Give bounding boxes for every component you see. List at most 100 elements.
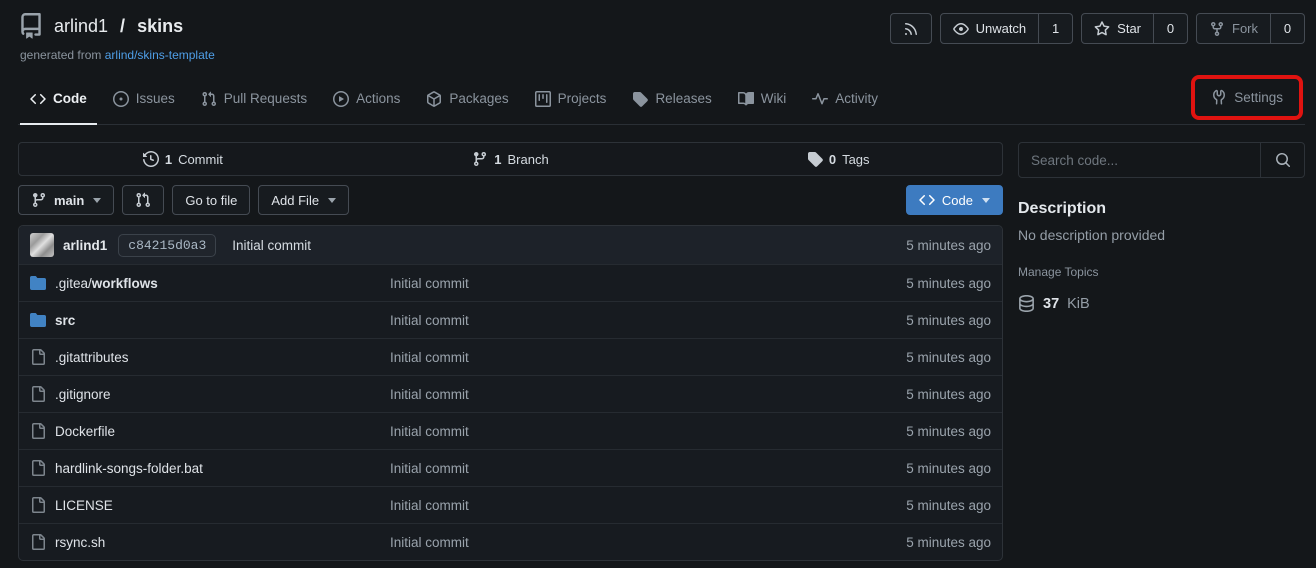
file-icon [30,349,46,365]
table-row[interactable]: .gitattributes Initial commit 5 minutes … [19,338,1002,375]
tab-label: Actions [356,91,400,106]
project-board-icon [535,91,551,107]
history-icon [143,151,159,167]
file-name-link[interactable]: .gitea/workflows [55,276,158,291]
package-icon [426,91,442,107]
forks-count-button[interactable]: 0 [1271,13,1305,44]
star-icon [1094,21,1110,37]
code-download-button[interactable]: Code [906,185,1003,215]
commit-message-link[interactable]: Initial commit [232,238,311,253]
branches-stat[interactable]: 1 Branch [347,143,675,175]
code-button-label: Code [942,193,973,208]
tab-issues[interactable]: Issues [103,78,185,125]
repo-size-unit: KiB [1067,296,1090,312]
tab-wiki[interactable]: Wiki [728,78,797,125]
tab-code[interactable]: Code [20,78,97,125]
file-commit-message[interactable]: Initial commit [390,498,906,513]
tab-releases[interactable]: Releases [622,78,721,125]
file-name[interactable]: LICENSE [55,498,113,513]
git-branch-icon [472,151,488,167]
file-name-link[interactable]: .gitignore [55,387,111,402]
table-row[interactable]: Dockerfile Initial commit 5 minutes ago [19,412,1002,449]
file-name[interactable]: .gitattributes [55,350,129,365]
header-actions: Unwatch 1 Star 0 Fork [890,13,1305,44]
fork-button[interactable]: Fork [1196,13,1271,44]
repo-sidebar: Description No description provided Mana… [1018,142,1305,561]
file-commit-time: 5 minutes ago [906,276,991,291]
file-name[interactable]: .gitignore [55,387,111,402]
repo-owner: arlind1 [54,16,108,36]
file-commit-message[interactable]: Initial commit [390,350,906,365]
file-commit-message[interactable]: Initial commit [390,276,906,291]
file-icon [30,460,46,476]
compare-button[interactable] [122,185,164,215]
file-commit-message[interactable]: Initial commit [390,535,906,550]
file-name[interactable]: rsync.sh [55,535,105,550]
branch-selector[interactable]: main [18,185,114,215]
commit-author-link[interactable]: arlind1 [63,238,107,253]
search-icon [1275,152,1291,168]
table-row[interactable]: .gitignore Initial commit 5 minutes ago [19,375,1002,412]
watch-group: Unwatch 1 [940,13,1074,44]
manage-topics-link[interactable]: Manage Topics [1018,265,1099,279]
file-commit-message[interactable]: Initial commit [390,424,906,439]
star-group: Star 0 [1081,13,1188,44]
tools-icon [1211,89,1227,105]
repo-size: 37 KiB [1018,295,1305,312]
tab-settings[interactable]: Settings [1201,79,1293,116]
go-to-file-label: Go to file [185,193,237,208]
file-name-link[interactable]: src [55,313,75,328]
tags-stat[interactable]: 0 Tags [674,143,1002,175]
fork-group: Fork 0 [1196,13,1305,44]
file-name-link[interactable]: LICENSE [55,498,113,513]
file-name-link[interactable]: hardlink-songs-folder.bat [55,461,203,476]
description-title: Description [1018,200,1305,218]
commit-label: Commit [178,152,223,167]
commits-stat[interactable]: 1 Commit [19,143,347,175]
branch-label: Branch [508,152,549,167]
tab-label: Code [53,91,87,106]
unwatch-button[interactable]: Unwatch [940,13,1040,44]
book-icon [738,91,754,107]
file-name-link[interactable]: Dockerfile [55,424,115,439]
table-row[interactable]: src Initial commit 5 minutes ago [19,301,1002,338]
pulse-icon [812,91,828,107]
search-button[interactable] [1260,143,1304,177]
table-row[interactable]: hardlink-songs-folder.bat Initial commit… [19,449,1002,486]
rss-button[interactable] [890,13,932,44]
table-row[interactable]: LICENSE Initial commit 5 minutes ago [19,486,1002,523]
file-name-link[interactable]: rsync.sh [55,535,105,550]
template-repo-link[interactable]: arlind/skins-template [105,48,215,62]
file-table: arlind1 c84215d0a3 Initial commit 5 minu… [18,225,1003,561]
table-row[interactable]: .gitea/workflows Initial commit 5 minute… [19,264,1002,301]
tab-packages[interactable]: Packages [416,78,518,125]
tab-pull-requests[interactable]: Pull Requests [191,78,317,125]
file-commit-message[interactable]: Initial commit [390,313,906,328]
tab-actions[interactable]: Actions [323,78,410,125]
file-name-link[interactable]: .gitattributes [55,350,129,365]
commit-hash-badge[interactable]: c84215d0a3 [118,234,216,257]
file-path-prefix[interactable]: .gitea/ [55,276,92,291]
tab-activity[interactable]: Activity [802,78,888,125]
file-name[interactable]: Dockerfile [55,424,115,439]
go-to-file-button[interactable]: Go to file [172,185,250,215]
generated-from-text: generated from [20,48,101,62]
star-button[interactable]: Star [1081,13,1154,44]
file-commit-message[interactable]: Initial commit [390,387,906,402]
repo-main-column: 1 Commit 1 Branch 0 Tags [18,142,1003,561]
file-name[interactable]: hardlink-songs-folder.bat [55,461,203,476]
watchers-count-button[interactable]: 1 [1039,13,1073,44]
table-row[interactable]: rsync.sh Initial commit 5 minutes ago [19,523,1002,560]
search-input[interactable] [1019,143,1260,177]
avatar[interactable] [30,233,54,257]
file-name[interactable]: workflows [92,276,158,291]
add-file-button[interactable]: Add File [258,185,349,215]
tag-count: 0 [829,152,836,167]
repo-name-link[interactable]: skins [137,16,183,37]
repo-owner-link[interactable]: arlind1 [54,16,108,37]
tab-projects[interactable]: Projects [525,78,617,125]
repo-title-block: arlind1 / skins generated from arlind/sk… [18,13,215,62]
file-commit-message[interactable]: Initial commit [390,461,906,476]
file-name[interactable]: src [55,313,75,328]
stars-count-button[interactable]: 0 [1154,13,1188,44]
